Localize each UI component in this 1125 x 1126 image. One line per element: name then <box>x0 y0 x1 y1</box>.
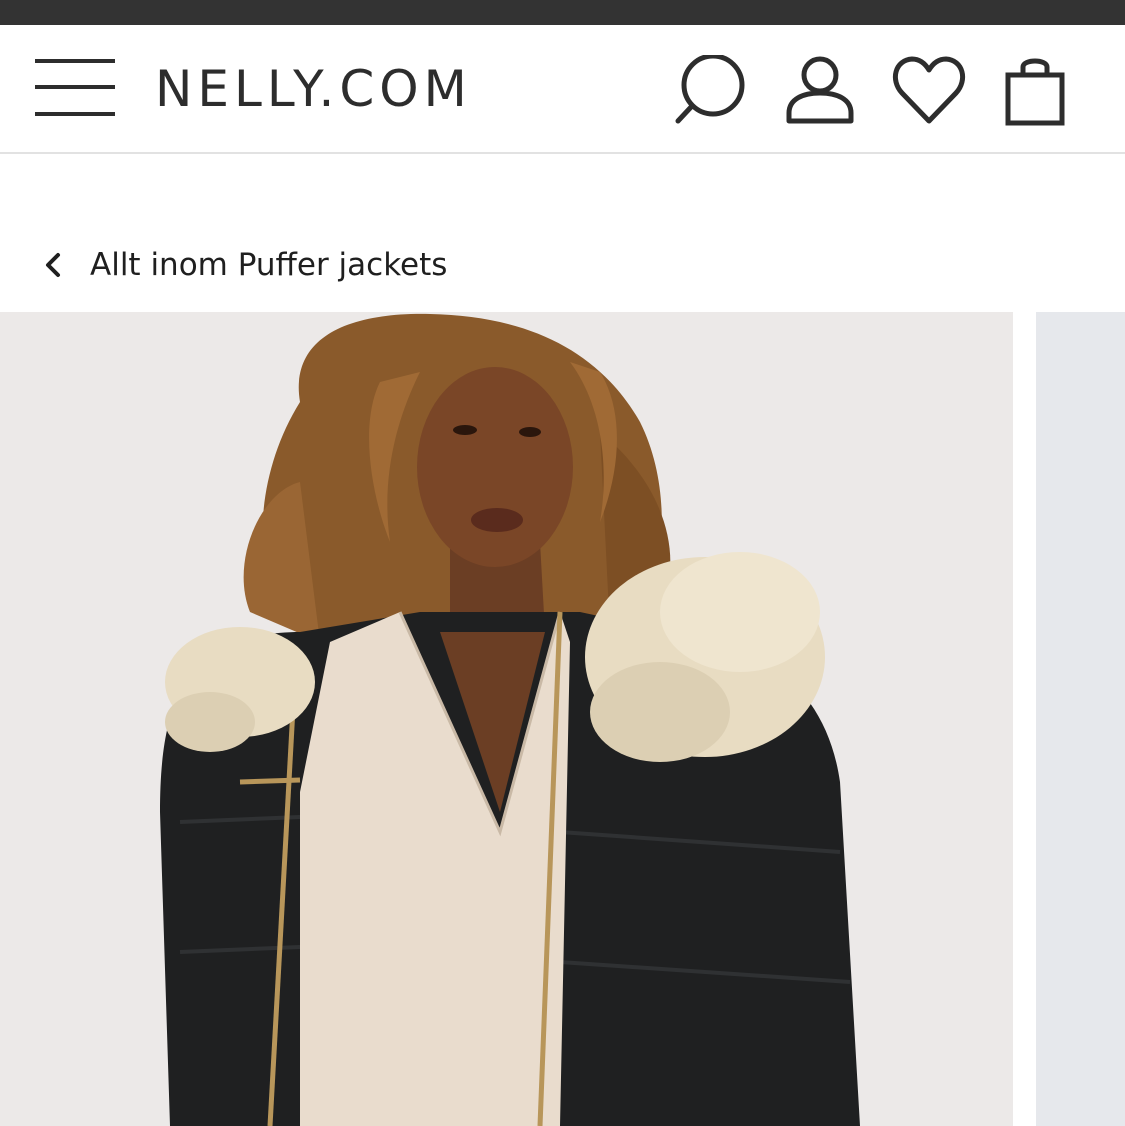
account-icon[interactable] <box>785 55 855 125</box>
site-logo[interactable]: NELLY.COM <box>155 59 472 119</box>
heart-icon[interactable] <box>892 55 966 125</box>
menu-icon[interactable] <box>35 59 115 117</box>
breadcrumb-back-link[interactable]: Allt inom Puffer jackets <box>40 240 447 290</box>
shopping-bag-icon[interactable] <box>1000 55 1070 127</box>
product-gallery[interactable] <box>0 312 1125 1126</box>
product-photo-illustration <box>0 312 1013 1126</box>
breadcrumb-label: Allt inom Puffer jackets <box>90 247 448 283</box>
product-image[interactable] <box>0 312 1013 1126</box>
chevron-left-icon <box>46 253 60 277</box>
search-icon[interactable] <box>675 55 747 125</box>
next-product-image[interactable] <box>1036 312 1125 1126</box>
status-bar <box>0 0 1125 25</box>
site-header: NELLY.COM <box>0 25 1125 154</box>
